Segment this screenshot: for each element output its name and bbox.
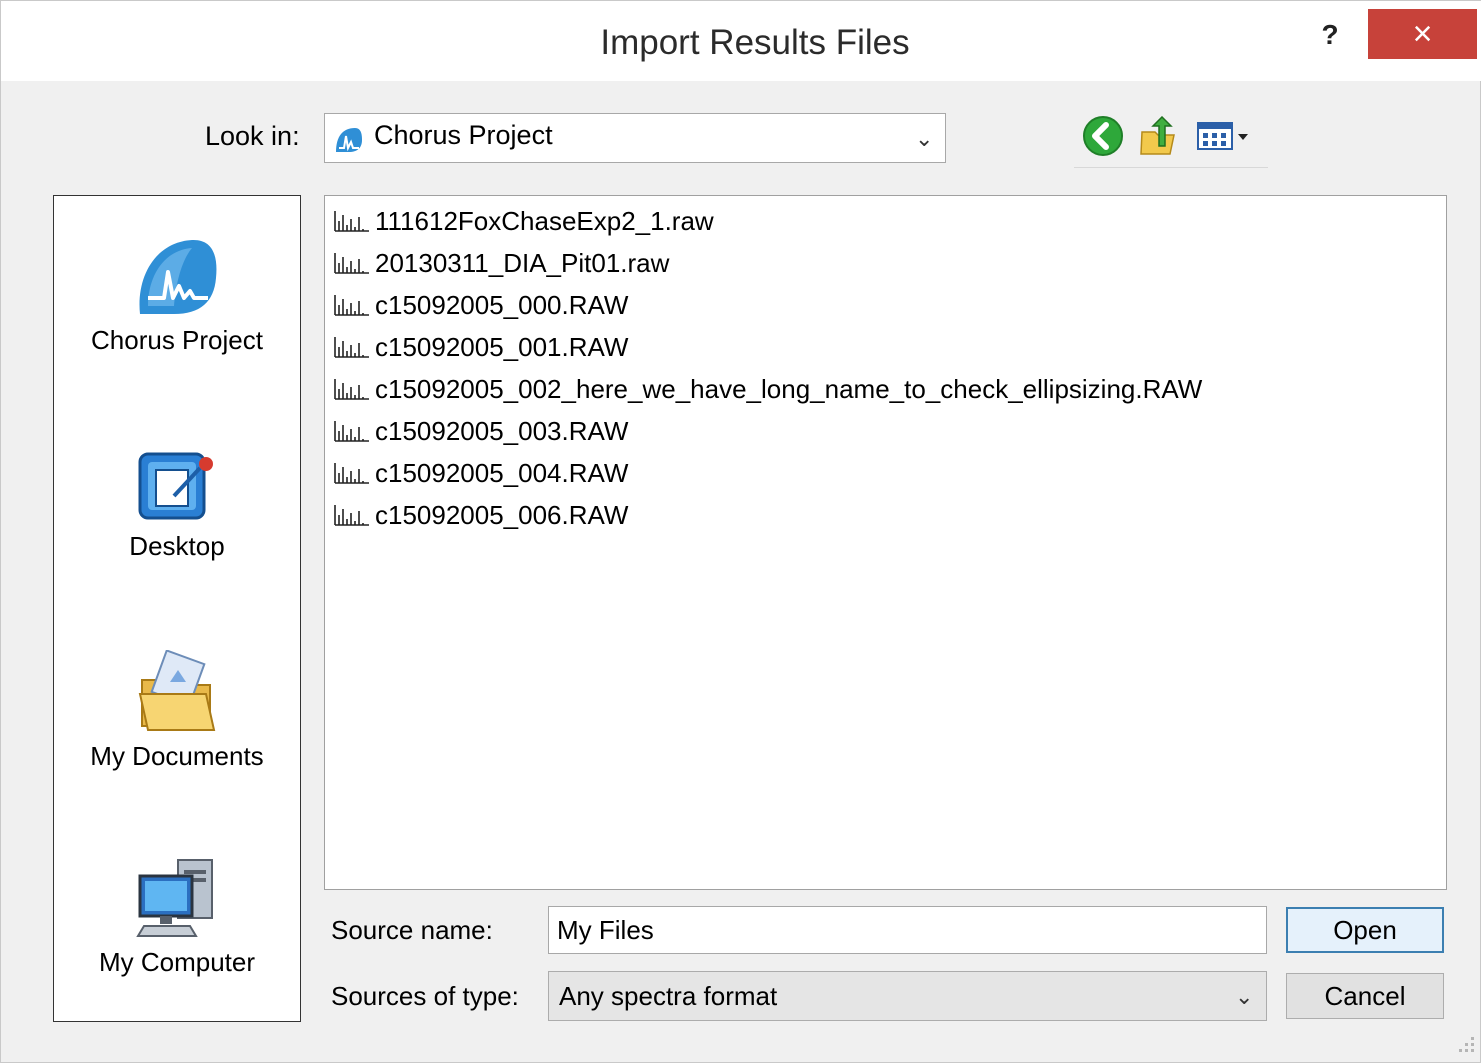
file-item[interactable]: 111612FoxChaseExp2_1.raw [333, 202, 714, 240]
source-type-label: Sources of type: [331, 981, 519, 1011]
place-label: My Computer [98, 947, 256, 977]
spectrum-file-icon [334, 211, 369, 232]
back-icon [1083, 116, 1123, 156]
navigation-toolbar [1074, 113, 1268, 168]
view-menu-icon [1197, 122, 1248, 150]
spectrum-file-icon [334, 337, 369, 358]
spectrum-file-icon [334, 379, 369, 400]
look-in-label: Look in: [205, 121, 300, 151]
import-dialog-window: Import Results Files ? × Look in: Chorus… [0, 0, 1481, 1063]
file-name: c15092005_002_here_we_have_long_name_to_… [375, 373, 1203, 404]
file-list[interactable]: 111612FoxChaseExp2_1.raw 20130311_DIA_Pi… [324, 195, 1447, 890]
file-name: c15092005_001.RAW [375, 331, 629, 362]
file-item[interactable]: c15092005_001.RAW [333, 328, 628, 366]
open-button[interactable]: Open [1286, 907, 1444, 953]
view-menu-button[interactable] [1192, 113, 1256, 159]
file-item[interactable]: c15092005_004.RAW [333, 454, 628, 492]
place-label: Chorus Project [91, 325, 263, 355]
spectrum-file-icon [334, 253, 369, 274]
look-in-combobox[interactable]: Chorus Project ⌄ [324, 113, 946, 163]
cancel-button[interactable]: Cancel [1286, 973, 1444, 1019]
places-bar: Chorus Project Desktop My Documents My C… [53, 195, 301, 1022]
chevron-down-icon[interactable]: ⌄ [1235, 984, 1253, 1010]
desktop-icon [138, 452, 213, 520]
spectrum-file-icon [334, 421, 369, 442]
window-title: Import Results Files [600, 23, 910, 62]
back-button[interactable] [1078, 113, 1128, 159]
file-name: c15092005_000.RAW [375, 289, 629, 320]
file-name: c15092005_003.RAW [375, 415, 629, 446]
file-item[interactable]: c15092005_002_here_we_have_long_name_to_… [333, 370, 1202, 408]
place-chorus-project[interactable]: Chorus Project [54, 236, 300, 356]
title-bar[interactable]: Import Results Files ? × [1, 1, 1481, 81]
help-button[interactable]: ? [1307, 15, 1353, 55]
spectrum-file-icon [334, 505, 369, 526]
source-type-combobox[interactable]: Any spectra format ⌄ [548, 971, 1267, 1021]
up-folder-icon [1140, 116, 1175, 155]
source-name-input[interactable] [548, 906, 1267, 954]
place-my-computer[interactable]: My Computer [54, 856, 300, 978]
file-item[interactable]: c15092005_006.RAW [333, 496, 628, 534]
resize-grip-icon[interactable] [1453, 1031, 1477, 1055]
source-name-label: Source name: [331, 915, 493, 945]
file-name: c15092005_004.RAW [375, 457, 629, 488]
file-item[interactable]: 20130311_DIA_Pit01.raw [333, 244, 669, 282]
file-name: 20130311_DIA_Pit01.raw [375, 247, 670, 278]
place-label: Desktop [129, 531, 225, 561]
close-button[interactable]: × [1368, 9, 1477, 59]
file-item[interactable]: c15092005_003.RAW [333, 412, 628, 450]
place-my-documents[interactable]: My Documents [54, 649, 300, 772]
my-documents-icon [138, 649, 216, 731]
look-in-value: Chorus Project [374, 120, 553, 150]
place-desktop[interactable]: Desktop [54, 444, 300, 562]
spectrum-file-icon [334, 463, 369, 484]
spectrum-file-icon [334, 295, 369, 316]
place-label: My Documents [90, 741, 264, 771]
file-name: 111612FoxChaseExp2_1.raw [375, 205, 714, 236]
chevron-down-icon[interactable]: ⌄ [915, 126, 933, 152]
my-computer-icon [136, 859, 213, 937]
file-name: c15092005_006.RAW [375, 499, 629, 530]
file-item[interactable]: c15092005_000.RAW [333, 286, 628, 324]
up-folder-button[interactable] [1136, 113, 1180, 159]
chorus-project-icon [139, 239, 217, 314]
chorus-project-small-icon [336, 128, 362, 152]
source-type-value: Any spectra format [559, 981, 778, 1011]
